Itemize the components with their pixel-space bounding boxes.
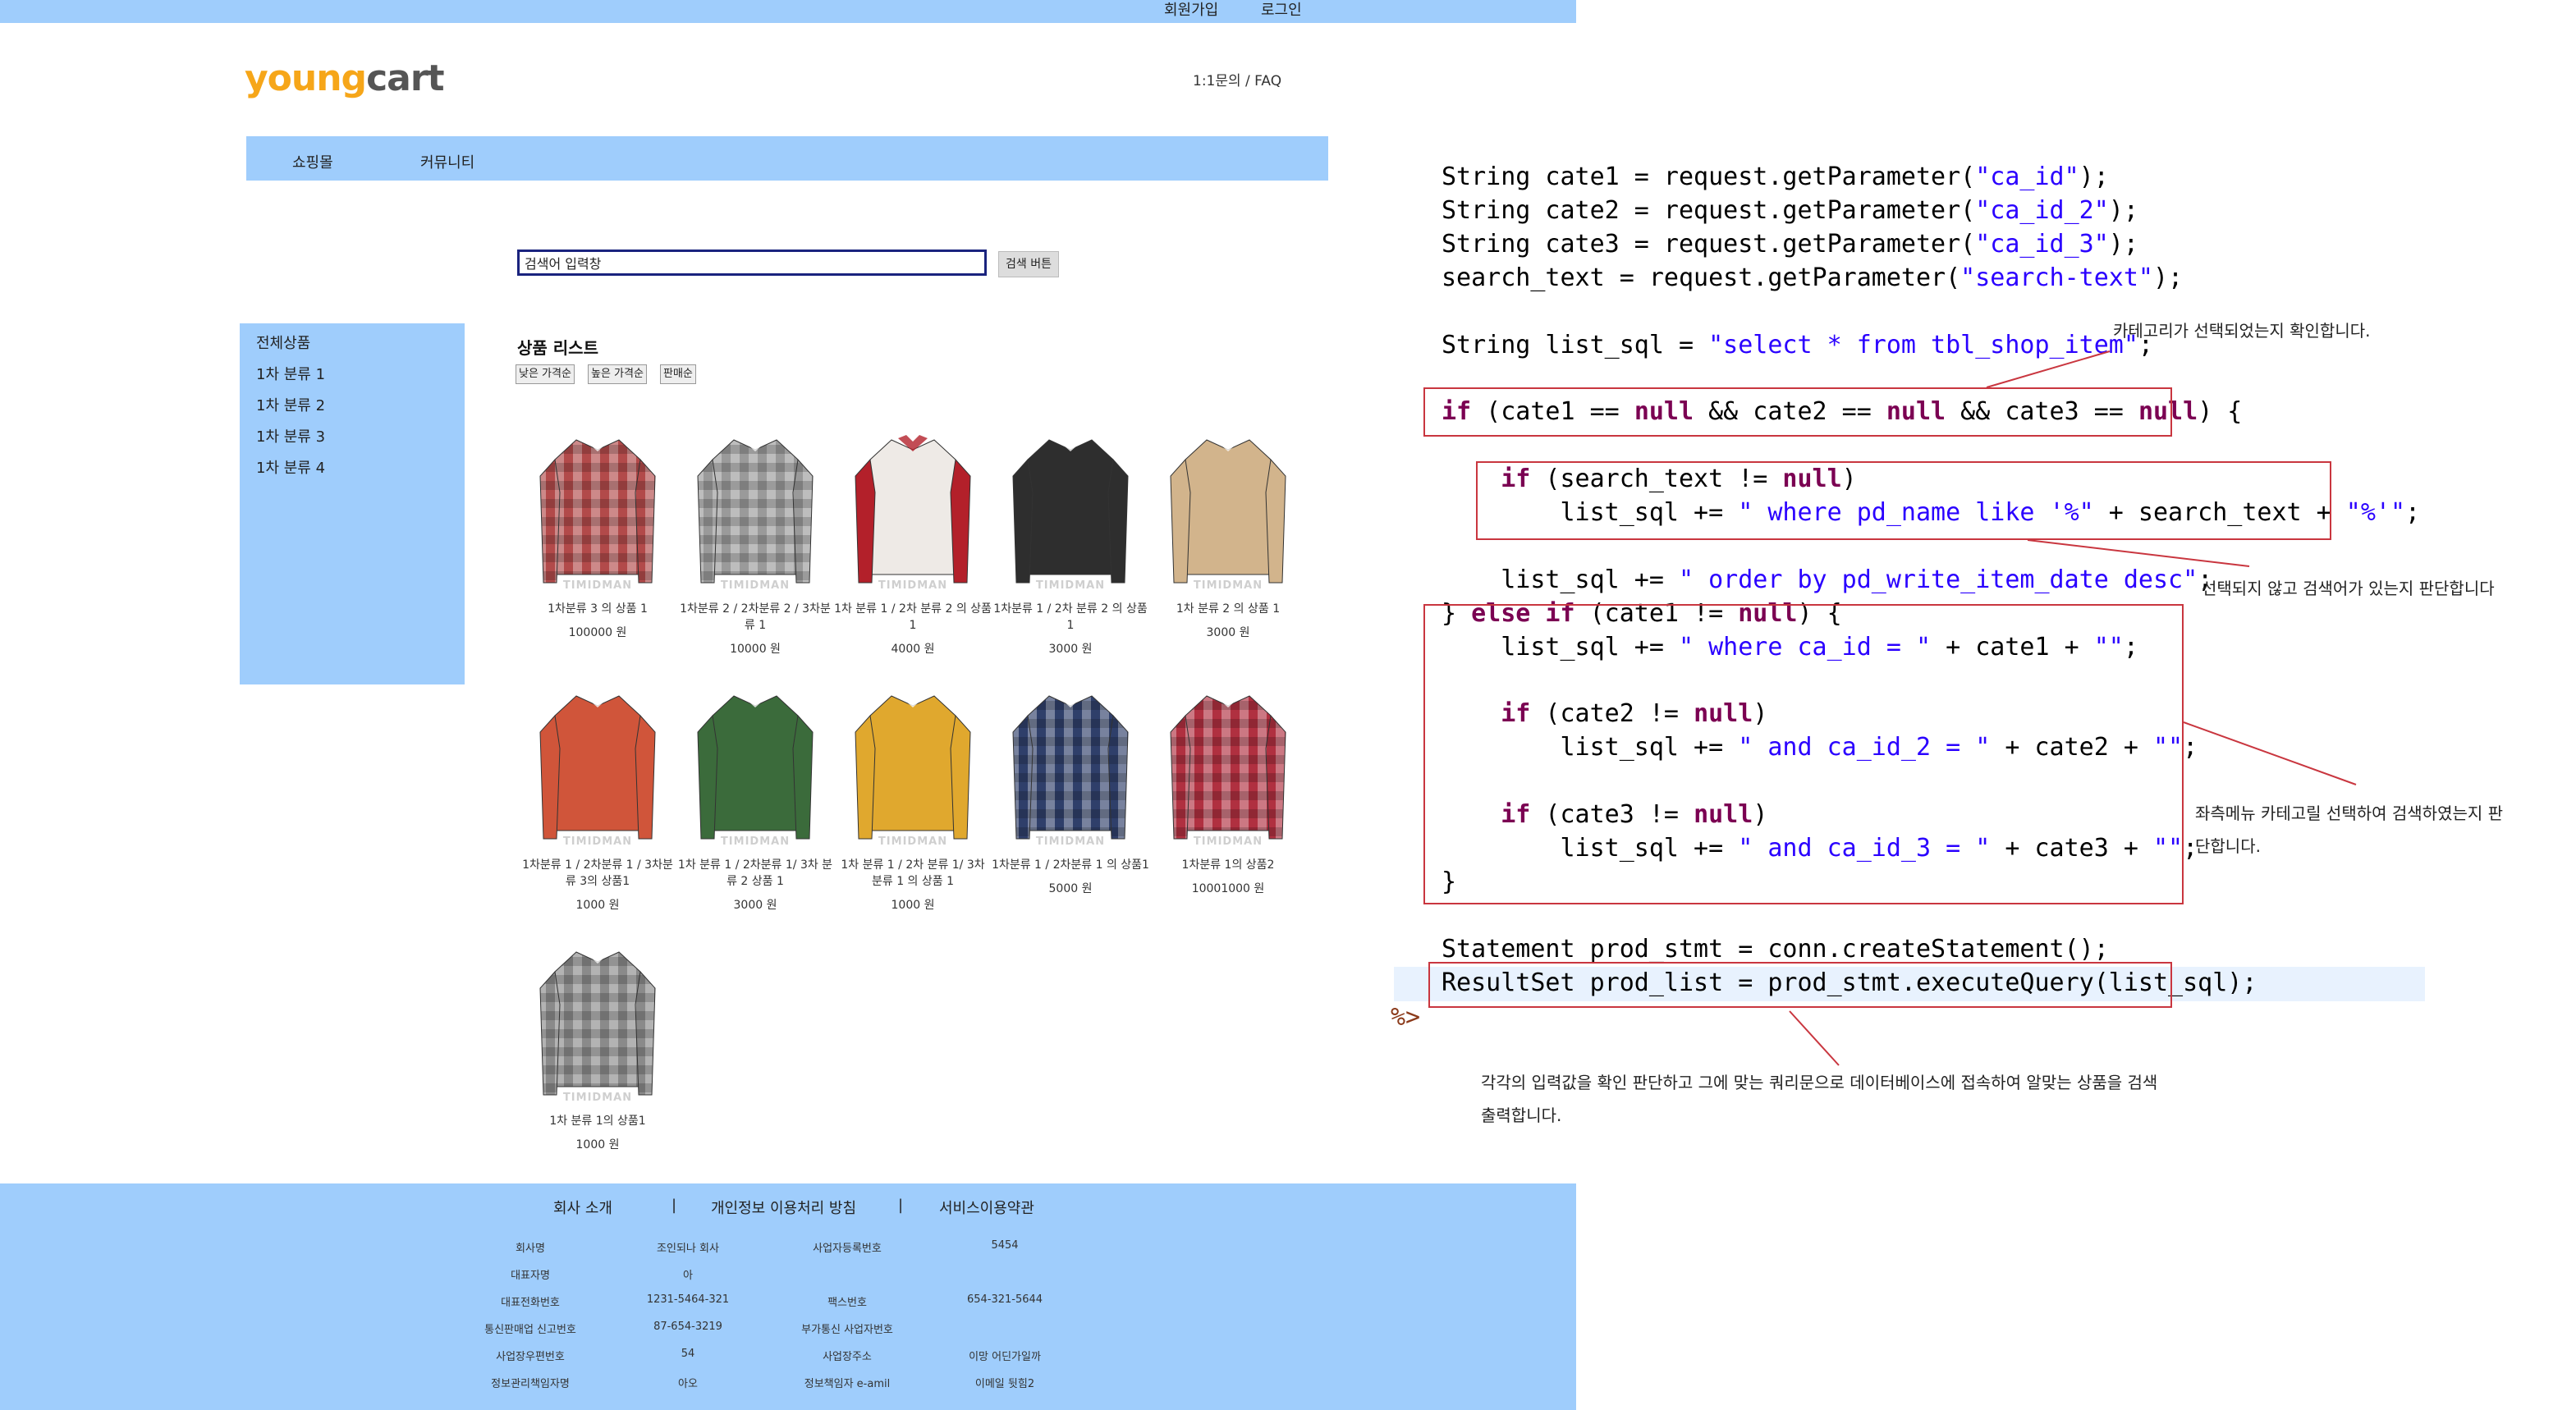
note-sidebar-category-1: 좌측메뉴 카테고릴 선택하여 검색하였는지 판 bbox=[2195, 803, 2504, 823]
annotation-line-4 bbox=[1789, 1010, 1840, 1066]
annotation-line-2 bbox=[2027, 539, 2250, 567]
note-category-selected: 카테고리가 선택되었는지 확인합니다. bbox=[2113, 321, 2371, 341]
annotation-line-3 bbox=[2183, 721, 2357, 785]
annotation-lines bbox=[1789, 350, 2357, 1066]
note-query-1: 각각의 입력값을 확인 판단하고 그에 맞는 쿼리문으로 데이터베이스에 접속하… bbox=[1481, 1073, 2158, 1092]
annotation-line-1 bbox=[1986, 350, 2111, 388]
note-sidebar-category-2: 단합니다. bbox=[2195, 836, 2261, 856]
note-query-2: 출력합니다. bbox=[1481, 1106, 1562, 1125]
note-search-text: 선택되지 않고 검색어가 있는지 판단합니다 bbox=[2202, 579, 2495, 598]
